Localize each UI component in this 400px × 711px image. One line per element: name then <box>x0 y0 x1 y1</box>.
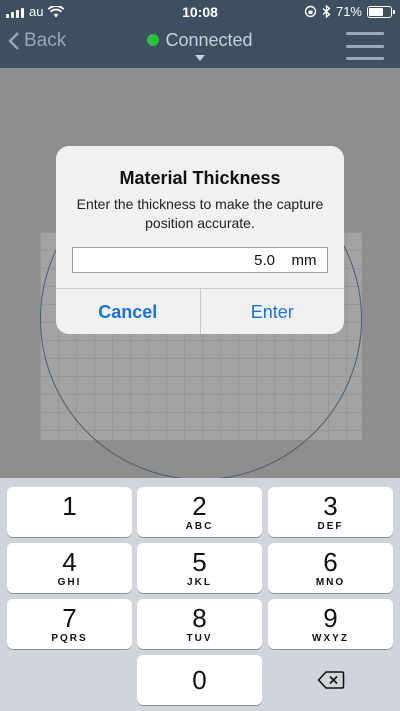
thickness-value[interactable]: 5.0 <box>73 252 281 269</box>
key-2[interactable]: 2 ABC <box>137 487 262 537</box>
key-letters: MNO <box>315 577 346 588</box>
top-bar: au 10:08 71% Back Connected <box>0 0 400 68</box>
status-bar: au 10:08 71% <box>0 0 400 24</box>
status-right: 71% <box>304 4 395 19</box>
key-9[interactable]: 9 WXYZ <box>268 599 393 649</box>
cancel-button[interactable]: Cancel <box>56 289 201 334</box>
key-digit: 5 <box>192 547 207 577</box>
key-digit: 1 <box>62 491 77 521</box>
unit-label: mm <box>291 251 317 269</box>
menu-icon[interactable] <box>346 32 384 60</box>
key-digit: 4 <box>62 547 77 577</box>
number-keypad: 1 2 ABC 3 DEF 4 GHI 5 JKL 6 MNO 7 PQRS 8… <box>0 478 400 711</box>
key-1[interactable]: 1 <box>7 487 132 537</box>
connection-label: Connected <box>165 30 253 50</box>
key-4[interactable]: 4 GHI <box>7 543 132 593</box>
connection-status[interactable]: Connected <box>0 30 400 51</box>
thickness-input[interactable]: 5.0 mm <box>72 247 328 273</box>
caret-down-icon[interactable] <box>195 55 205 61</box>
key-6[interactable]: 6 MNO <box>268 543 393 593</box>
delete-key[interactable] <box>268 655 393 705</box>
key-5[interactable]: 5 JKL <box>137 543 262 593</box>
dialog-message: Enter the thickness to make the capture … <box>76 196 324 231</box>
key-digit: 9 <box>323 603 338 633</box>
key-7[interactable]: 7 PQRS <box>7 599 132 649</box>
key-letters: GHI <box>57 577 82 588</box>
key-digit: 8 <box>192 603 207 633</box>
key-letters: TUV <box>186 633 213 644</box>
enter-button[interactable]: Enter <box>201 289 345 334</box>
key-0[interactable]: 0 <box>137 655 262 705</box>
dialog-actions: Cancel Enter <box>56 288 344 334</box>
dialog-title: Material Thickness <box>119 168 281 188</box>
bluetooth-icon <box>322 5 331 18</box>
key-8[interactable]: 8 TUV <box>137 599 262 649</box>
key-letters: ABC <box>185 521 214 532</box>
key-digit: 7 <box>62 603 77 633</box>
key-letters: DEF <box>317 521 344 532</box>
connected-indicator <box>147 34 160 47</box>
key-digit: 6 <box>323 547 338 577</box>
battery-percent: 71% <box>335 4 362 19</box>
key-letters: JKL <box>187 577 212 588</box>
key-digit: 3 <box>323 491 338 521</box>
key-letters: WXYZ <box>312 633 349 644</box>
thickness-dialog: Material Thickness Enter the thickness t… <box>56 146 344 334</box>
backspace-icon <box>317 671 344 689</box>
key-digit: 0 <box>192 665 207 695</box>
rotation-lock-icon <box>304 5 317 18</box>
key-3[interactable]: 3 DEF <box>268 487 393 537</box>
key-digit: 2 <box>192 491 207 521</box>
battery-icon <box>367 5 395 18</box>
key-letters: PQRS <box>51 633 88 644</box>
